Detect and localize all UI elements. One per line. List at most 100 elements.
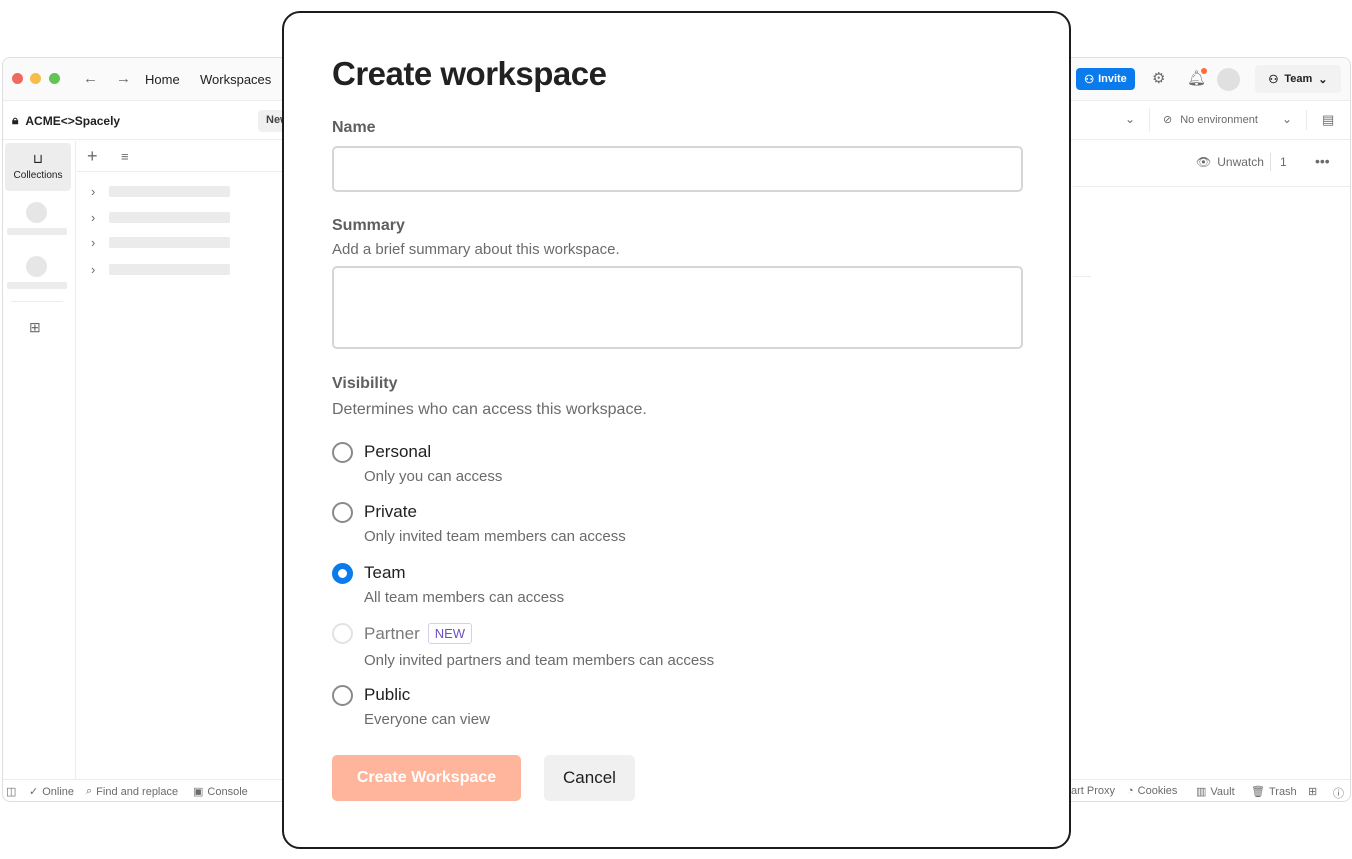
no-environment-icon: ⊘ bbox=[1163, 114, 1173, 126]
option-label: Private bbox=[364, 502, 417, 521]
collections-sidebar: + ≡ › › › › bbox=[77, 141, 287, 779]
collection-placeholder bbox=[109, 211, 230, 223]
search-icon: ⌕ bbox=[86, 785, 93, 797]
collection-item[interactable]: › bbox=[91, 184, 230, 199]
back-arrow-icon[interactable]: ← bbox=[83, 70, 98, 87]
nav-workspaces[interactable]: Workspaces bbox=[200, 72, 271, 87]
new-badge: NEW bbox=[427, 623, 473, 644]
cookie-icon: ◔ bbox=[1127, 785, 1134, 797]
name-label: Name bbox=[332, 119, 376, 136]
proxy-button[interactable]: art Proxy bbox=[1071, 785, 1115, 797]
collection-item[interactable]: › bbox=[91, 261, 230, 277]
vault-label: Vault bbox=[1210, 785, 1235, 798]
environment-quick-look-icon[interactable]: ▤ bbox=[1322, 112, 1334, 128]
environment-selector[interactable]: ⊘ No environment bbox=[1163, 113, 1258, 127]
option-description: Only you can access bbox=[364, 468, 503, 485]
console-icon: ▣ bbox=[193, 786, 204, 798]
add-icon[interactable]: + bbox=[87, 146, 98, 167]
rail-placeholder-icon[interactable] bbox=[26, 202, 47, 223]
toggle-sidebar-icon[interactable]: ◫ bbox=[6, 785, 16, 798]
collection-item[interactable]: › bbox=[91, 210, 230, 225]
forward-arrow-icon[interactable]: → bbox=[116, 70, 131, 87]
add-apps-icon[interactable]: ⊞ bbox=[29, 319, 41, 336]
online-label: Online bbox=[42, 785, 75, 798]
vault-icon: ▥ bbox=[1196, 786, 1207, 798]
maximize-window-button[interactable] bbox=[49, 73, 60, 84]
option-description: Only invited team members can access bbox=[364, 528, 626, 545]
eye-icon: 👁︎ bbox=[1196, 155, 1212, 169]
find-replace-button[interactable]: ⌕ Find and replace bbox=[86, 785, 178, 798]
radio-button-selected[interactable] bbox=[332, 563, 353, 584]
option-description: Everyone can view bbox=[364, 711, 490, 728]
cookies-button[interactable]: ◔ Cookies bbox=[1127, 785, 1177, 797]
summary-textarea[interactable] bbox=[332, 266, 1023, 349]
divider bbox=[77, 171, 287, 172]
proxy-label: art Proxy bbox=[1071, 785, 1116, 797]
chevron-down-icon: ⌄ bbox=[1318, 73, 1328, 86]
visibility-label: Visibility bbox=[332, 375, 398, 392]
rail-placeholder-icon[interactable] bbox=[26, 256, 47, 277]
help-icon[interactable]: ⓘ bbox=[1333, 785, 1344, 801]
trash-icon: 🗑︎ bbox=[1251, 786, 1265, 798]
create-workspace-dialog: Create workspace Name Summary Add a brie… bbox=[282, 11, 1071, 849]
option-label: Public bbox=[364, 685, 411, 704]
team-people-icon: ⚇ bbox=[1268, 73, 1279, 86]
team-label: Team bbox=[1284, 73, 1313, 85]
divider bbox=[1270, 153, 1271, 171]
divider bbox=[11, 301, 63, 302]
unwatch-label: Unwatch bbox=[1217, 155, 1264, 169]
notification-dot bbox=[1201, 68, 1207, 74]
option-label: Team bbox=[364, 563, 406, 582]
watcher-count[interactable]: 1 bbox=[1280, 155, 1287, 169]
collection-item[interactable]: › bbox=[91, 235, 230, 250]
divider bbox=[1073, 276, 1091, 277]
minimize-window-button[interactable] bbox=[30, 73, 41, 84]
online-status[interactable]: ✓ Online bbox=[29, 785, 75, 799]
lock-icon: 🔒︎ bbox=[12, 113, 19, 127]
settings-gear-icon[interactable]: ⚙ bbox=[1152, 69, 1165, 87]
summary-label: Summary bbox=[332, 217, 405, 234]
option-label: Partner bbox=[364, 624, 420, 643]
workspace-name: ACME<>Spacely bbox=[25, 113, 121, 128]
environment-chevron-down-icon[interactable]: ⌄ bbox=[1282, 112, 1292, 126]
visibility-help-text: Determines who can access this workspace… bbox=[332, 401, 647, 418]
workspace-header: 👁︎ Unwatch 1 ••• bbox=[1073, 141, 1350, 187]
team-menu-button[interactable]: ⚇ Team ⌄ bbox=[1255, 65, 1341, 93]
tab-chevron-down-icon[interactable]: ⌄ bbox=[1125, 112, 1135, 126]
invite-button[interactable]: ⚇ Invite bbox=[1076, 68, 1135, 90]
option-description: Only invited partners and team members c… bbox=[364, 652, 715, 669]
rail-item-collections[interactable]: ⊔ Collections bbox=[5, 143, 71, 191]
user-avatar[interactable] bbox=[1217, 68, 1240, 91]
summary-help-text: Add a brief summary about this workspace… bbox=[332, 241, 620, 258]
radio-button-disabled bbox=[332, 623, 353, 644]
check-circle-icon: ✓ bbox=[29, 786, 39, 798]
cookies-label: Cookies bbox=[1137, 785, 1178, 797]
name-input[interactable] bbox=[332, 146, 1023, 192]
radio-button[interactable] bbox=[332, 685, 353, 706]
dialog-title: Create workspace bbox=[332, 55, 607, 92]
radio-button[interactable] bbox=[332, 502, 353, 523]
collection-placeholder bbox=[109, 263, 230, 275]
console-label: Console bbox=[207, 785, 248, 798]
vault-button[interactable]: ▥ Vault bbox=[1196, 785, 1235, 799]
rail-item-label: Collections bbox=[13, 170, 63, 181]
cancel-button[interactable]: Cancel bbox=[544, 755, 635, 801]
unwatch-button[interactable]: 👁︎ Unwatch bbox=[1196, 155, 1264, 169]
console-button[interactable]: ▣ Console bbox=[193, 785, 248, 799]
more-options-icon[interactable]: ••• bbox=[1315, 153, 1330, 169]
trash-can-collections-icon: ⊔ bbox=[32, 151, 44, 166]
chevron-right-icon: › bbox=[91, 261, 96, 277]
divider bbox=[1306, 110, 1307, 130]
radio-button[interactable] bbox=[332, 442, 353, 463]
nav-home[interactable]: Home bbox=[145, 72, 180, 87]
close-window-button[interactable] bbox=[12, 73, 23, 84]
trash-button[interactable]: 🗑︎ Trash bbox=[1251, 785, 1297, 799]
option-label-wrap: Partner NEW bbox=[364, 623, 473, 644]
layout-grid-icon[interactable]: ⊞ bbox=[1308, 785, 1317, 798]
collection-placeholder bbox=[109, 236, 230, 248]
find-replace-label: Find and replace bbox=[96, 785, 179, 798]
invite-label: Invite bbox=[1098, 73, 1127, 85]
filter-icon[interactable]: ≡ bbox=[121, 149, 129, 164]
create-workspace-button[interactable]: Create Workspace bbox=[332, 755, 521, 801]
workspace-selector[interactable]: 🔒︎ ACME<>Spacely bbox=[12, 113, 120, 128]
